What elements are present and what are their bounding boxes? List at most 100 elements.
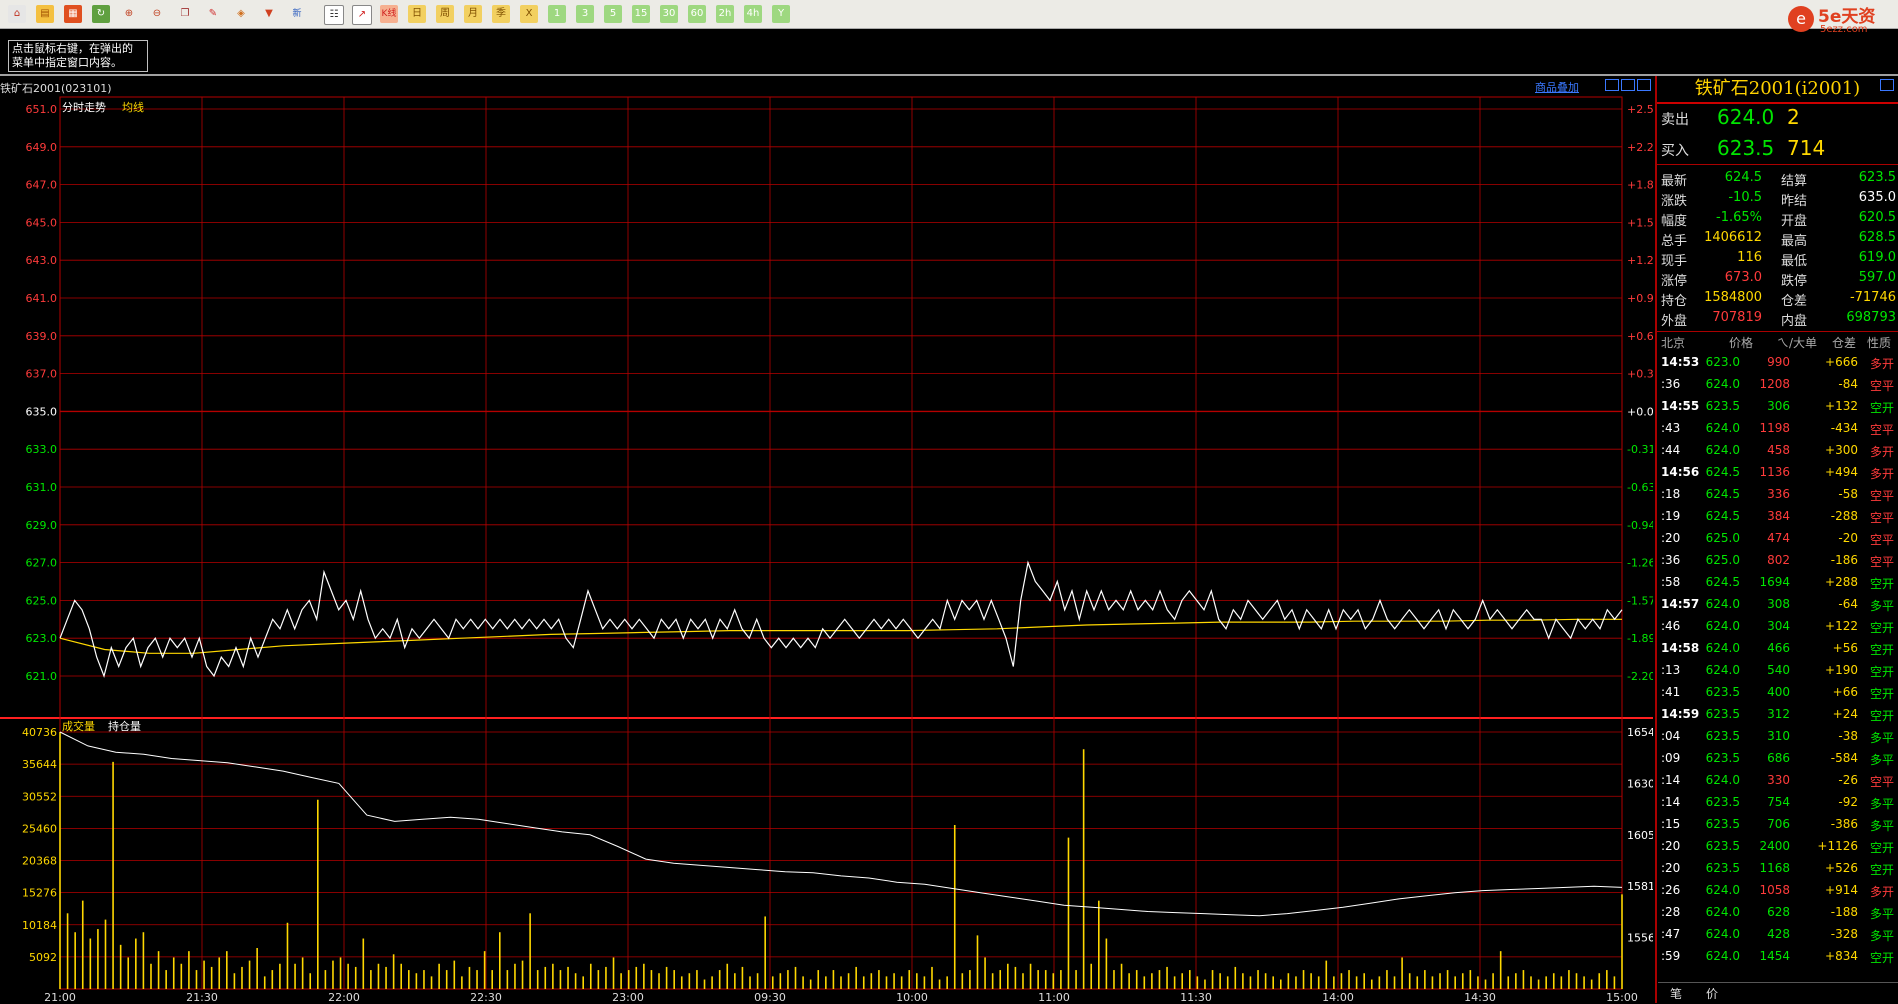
tick-oi-change: -58 [1838, 487, 1858, 501]
layout-2-icon[interactable] [1621, 79, 1635, 91]
oi-tick-label: 1630122 [1627, 777, 1653, 790]
tick-row[interactable]: :13 624.0 540 +190 空开 [1657, 660, 1898, 682]
tick-row[interactable]: 14:56 624.5 1136 +494 多开 [1657, 462, 1898, 484]
tick-price: 623.5 [1705, 685, 1740, 699]
field-label: 开盘 [1781, 214, 1808, 229]
tick-row[interactable]: 14:55 623.5 306 +132 空开 [1657, 396, 1898, 418]
tick-row[interactable]: :58 624.5 1694 +288 空开 [1657, 572, 1898, 594]
tick-time: 14:57 [1661, 597, 1700, 611]
new-icon[interactable]: 新 [288, 5, 306, 23]
x-period-button[interactable]: X [520, 5, 538, 23]
tick-nature: 多开 [1869, 445, 1894, 459]
field-label: 昨结 [1781, 194, 1808, 209]
volume-tick-label: 5092 [29, 951, 57, 964]
filter-icon[interactable]: ▼ [260, 5, 278, 23]
time-tick-label: 15:00 [1606, 991, 1638, 1003]
tick-row[interactable]: :28 624.0 628 -188 多平 [1657, 902, 1898, 924]
season-period-button[interactable]: 季 [492, 5, 510, 23]
min60-button[interactable]: 60 [688, 5, 706, 23]
tick-oi-change: +666 [1825, 355, 1858, 369]
kline-button[interactable]: K线 [380, 5, 398, 23]
tick-row[interactable]: :04 623.5 310 -38 多平 [1657, 726, 1898, 748]
tick-row[interactable]: 14:53 623.0 990 +666 多开 [1657, 352, 1898, 374]
layout-1-icon[interactable] [1605, 79, 1619, 91]
tick-volume: 312 [1767, 707, 1790, 721]
min30-button[interactable]: 30 [660, 5, 678, 23]
tick-row[interactable]: :59 624.0 1454 +834 空开 [1657, 946, 1898, 968]
week-period-button[interactable]: 周 [436, 5, 454, 23]
tick-oi-change: +66 [1832, 685, 1858, 699]
ask-volume: 2 [1787, 105, 1800, 129]
tick-row[interactable]: :46 624.0 304 +122 空开 [1657, 616, 1898, 638]
volume-legend: 成交量 [62, 720, 95, 733]
tick-row[interactable]: :18 624.5 336 -58 空平 [1657, 484, 1898, 506]
field-value: 620.5 [1858, 210, 1896, 225]
tick-row[interactable]: 14:58 624.0 466 +56 空开 [1657, 638, 1898, 660]
tick-volume: 1208 [1759, 377, 1790, 391]
min5-button[interactable]: 5 [604, 5, 622, 23]
field-label: 幅度 [1661, 214, 1688, 229]
tick-row[interactable]: :41 623.5 400 +66 空开 [1657, 682, 1898, 704]
tick-row[interactable]: :44 624.0 458 +300 多开 [1657, 440, 1898, 462]
tick-row[interactable]: :26 624.0 1058 +914 多开 [1657, 880, 1898, 902]
tick-price: 623.5 [1705, 707, 1740, 721]
field-label: 涨停 [1661, 274, 1688, 289]
hour2-button[interactable]: 2h [716, 5, 734, 23]
tick-price: 625.0 [1705, 553, 1740, 567]
tick-oi-change: +834 [1825, 949, 1858, 963]
window-icon[interactable]: ❐ [176, 5, 194, 23]
tick-row[interactable]: :43 624.0 1198 -434 空平 [1657, 418, 1898, 440]
tick-price: 624.0 [1705, 619, 1740, 633]
refresh-icon[interactable]: ↻ [92, 5, 110, 23]
price-tick-label: 625.0 [26, 594, 58, 607]
min1-button[interactable]: 1 [548, 5, 566, 23]
folder-icon[interactable]: ▤ [36, 5, 54, 23]
tick-row[interactable]: 14:57 624.0 308 -64 多平 [1657, 594, 1898, 616]
tick-row[interactable]: :15 623.5 706 -386 多平 [1657, 814, 1898, 836]
news-icon[interactable]: ▦ [64, 5, 82, 23]
tick-volume: 1694 [1759, 575, 1790, 589]
tick-row[interactable]: :20 623.5 2400 +1126 空开 [1657, 836, 1898, 858]
month-period-button[interactable]: 月 [464, 5, 482, 23]
tick-row[interactable]: :14 624.0 330 -26 空平 [1657, 770, 1898, 792]
tick-price: 624.0 [1705, 377, 1740, 391]
draw-icon[interactable]: ✎ [204, 5, 222, 23]
day-period-button[interactable]: 日 [408, 5, 426, 23]
quote-field-row: 涨跌 -10.5 昨结 635.0 [1661, 190, 1896, 210]
min3-button[interactable]: 3 [576, 5, 594, 23]
restore-icon[interactable] [1880, 79, 1894, 91]
home-icon[interactable]: ⌂ [8, 5, 26, 23]
tick-row[interactable]: :09 623.5 686 -584 多平 [1657, 748, 1898, 770]
quote-field-row: 幅度 -1.65% 开盘 620.5 [1661, 210, 1896, 230]
tick-row[interactable]: :20 625.0 474 -20 空平 [1657, 528, 1898, 550]
tick-row[interactable]: :36 625.0 802 -186 空平 [1657, 550, 1898, 572]
tick-price: 624.0 [1705, 443, 1740, 457]
hour4-button[interactable]: 4h [744, 5, 762, 23]
tick-row[interactable]: :20 623.5 1168 +526 空开 [1657, 858, 1898, 880]
tick-volume: 330 [1767, 773, 1790, 787]
year-button[interactable]: Y [772, 5, 790, 23]
tab-trades[interactable]: 笔 [1670, 985, 1682, 1002]
tab-price[interactable]: 价 [1706, 985, 1718, 1002]
quote-panel: 铁矿石2001(i2001) 卖出 624.0 2 买入 623.5 714 最… [1655, 76, 1898, 1003]
time-tick-label: 22:00 [328, 991, 360, 1003]
tick-volume: 466 [1767, 641, 1790, 655]
timeshare-chart[interactable]: 651.0 +2.52% 649.0 +2.20% 647.0 +1.89% 645.0 +1… [0, 92, 1653, 1003]
tick-row[interactable]: :36 624.0 1208 -84 空平 [1657, 374, 1898, 396]
tick-row[interactable]: :19 624.5 384 -288 空平 [1657, 506, 1898, 528]
timeshare-chart-icon[interactable]: ↗ [352, 5, 372, 25]
table-icon[interactable]: ☷ [324, 5, 344, 25]
tick-row[interactable]: :47 624.0 428 -328 多平 [1657, 924, 1898, 946]
tick-row[interactable]: :14 623.5 754 -92 多平 [1657, 792, 1898, 814]
field-value: 628.5 [1858, 230, 1896, 245]
zoom-out-icon[interactable]: ⊖ [148, 5, 166, 23]
tick-row[interactable]: 14:59 623.5 312 +24 空开 [1657, 704, 1898, 726]
tick-time: :36 [1661, 377, 1681, 391]
pct-tick-label: -0.94% [1627, 519, 1653, 532]
layout-3-icon[interactable] [1637, 79, 1651, 91]
volume-tick-label: 40736 [22, 726, 57, 739]
alert-icon[interactable]: ◈ [232, 5, 250, 23]
zoom-in-icon[interactable]: ⊕ [120, 5, 138, 23]
min15-button[interactable]: 15 [632, 5, 650, 23]
tick-time: 14:53 [1661, 355, 1700, 369]
